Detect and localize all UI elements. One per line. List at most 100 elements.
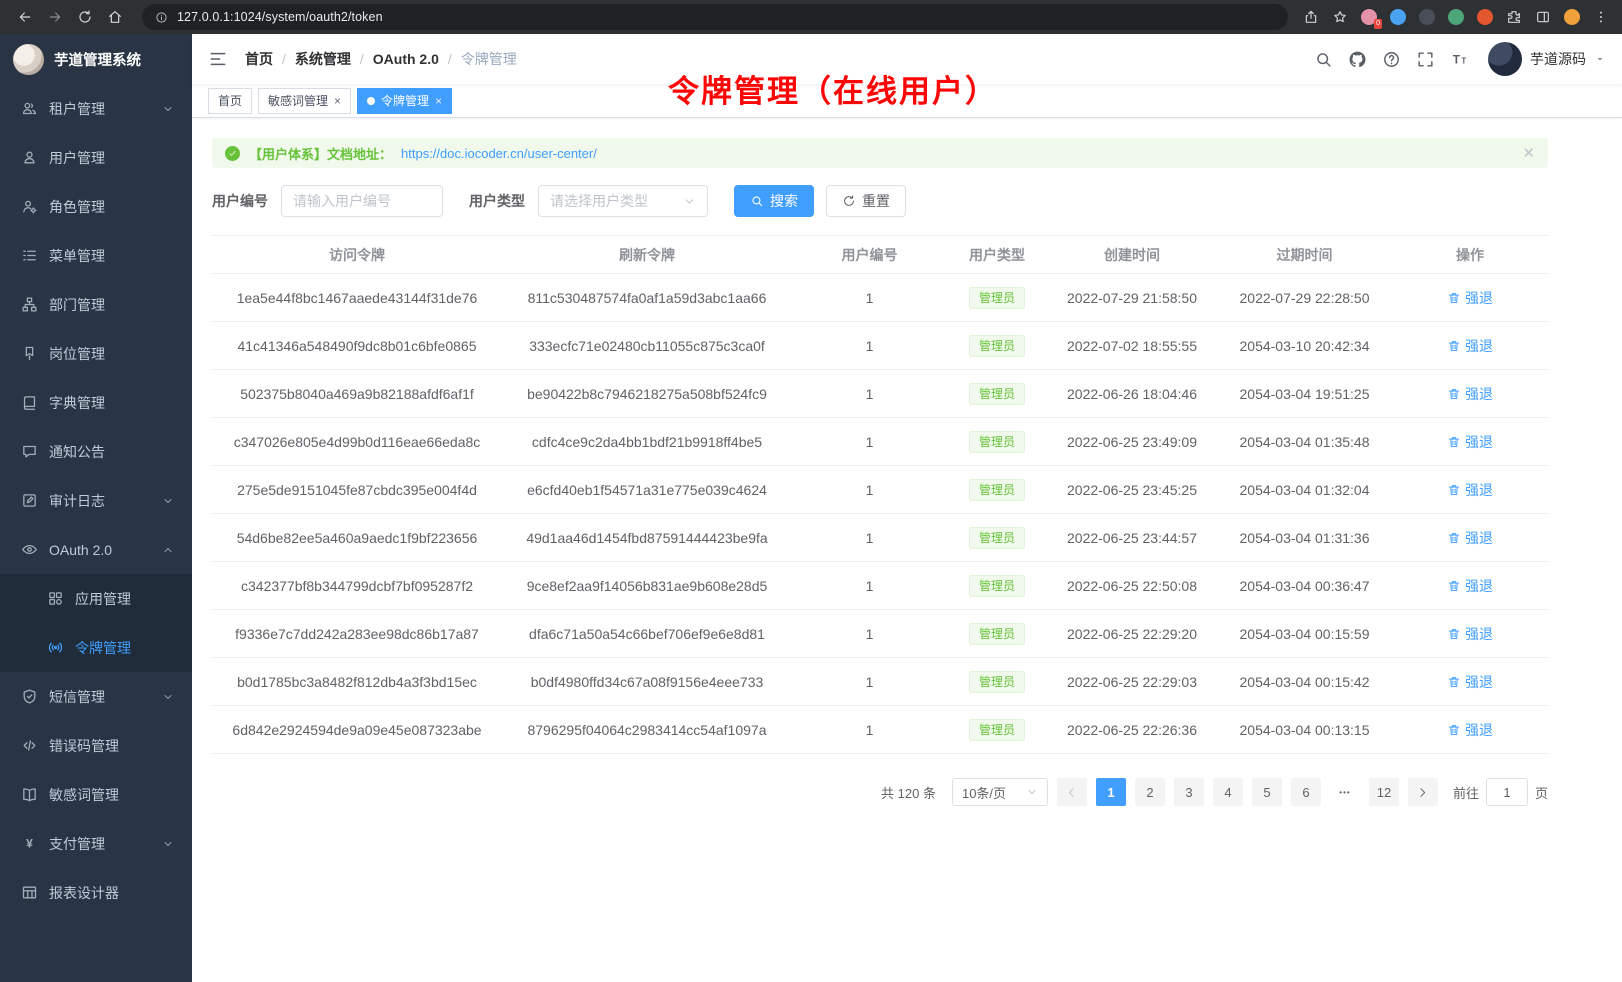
- alert-doc-link[interactable]: https://doc.iocoder.cn/user-center/: [401, 146, 597, 161]
- page-button-12[interactable]: 12: [1369, 778, 1399, 806]
- goto-page-input[interactable]: [1486, 778, 1528, 806]
- force-logout-button[interactable]: 强退: [1447, 480, 1493, 500]
- share-icon[interactable]: [1302, 8, 1320, 26]
- next-page-button[interactable]: [1408, 778, 1438, 806]
- chevron-down-icon: [1026, 786, 1038, 798]
- expire-time-cell: 2054-03-04 00:15:59: [1217, 610, 1392, 658]
- breadcrumb-item[interactable]: 首页: [245, 49, 273, 69]
- page-button-1[interactable]: 1: [1096, 778, 1126, 806]
- alert-close-icon[interactable]: ✕: [1522, 144, 1535, 162]
- sidebar-item-tenant[interactable]: 租户管理: [0, 84, 192, 133]
- page-button-6[interactable]: 6: [1291, 778, 1321, 806]
- split-view-icon[interactable]: [1534, 8, 1552, 26]
- bookmark-star-icon[interactable]: [1331, 8, 1349, 26]
- sidebar-item-oauth-app[interactable]: 应用管理: [0, 574, 192, 623]
- extension-pink-icon[interactable]: 0: [1360, 8, 1378, 26]
- action-cell: 强退: [1392, 370, 1548, 418]
- home-icon[interactable]: [102, 4, 128, 30]
- force-logout-button[interactable]: 强退: [1447, 672, 1493, 692]
- back-icon[interactable]: [12, 4, 38, 30]
- user-id-cell: 1: [792, 370, 947, 418]
- breadcrumb-item[interactable]: 系统管理: [295, 49, 351, 69]
- chevron-left-icon: [1065, 786, 1078, 799]
- sidebar-item-audit[interactable]: 审计日志: [0, 476, 192, 525]
- tab-首页[interactable]: 首页: [208, 88, 252, 114]
- forward-icon[interactable]: [42, 4, 68, 30]
- force-logout-button[interactable]: 强退: [1447, 384, 1493, 404]
- create-time-cell: 2022-06-25 22:29:20: [1047, 610, 1217, 658]
- fullscreen-icon[interactable]: [1416, 50, 1435, 69]
- force-logout-label: 强退: [1465, 720, 1493, 740]
- tab-令牌管理[interactable]: 令牌管理×: [357, 88, 452, 114]
- reset-button[interactable]: 重置: [826, 185, 906, 217]
- notice-chat-icon: [21, 443, 38, 460]
- github-icon[interactable]: [1348, 50, 1367, 69]
- extension-blue-icon[interactable]: [1389, 8, 1407, 26]
- search-button[interactable]: 搜索: [734, 185, 814, 217]
- force-logout-label: 强退: [1465, 528, 1493, 548]
- force-logout-button[interactable]: 强退: [1447, 336, 1493, 356]
- user-type-badge: 管理员: [969, 623, 1025, 645]
- address-bar[interactable]: 127.0.0.1:1024/system/oauth2/token: [142, 4, 1288, 30]
- user-id-input[interactable]: [281, 185, 443, 217]
- tab-close-icon[interactable]: ×: [435, 95, 442, 107]
- sidebar-item-user[interactable]: 用户管理: [0, 133, 192, 182]
- sidebar-item-dept[interactable]: 部门管理: [0, 280, 192, 329]
- force-logout-button[interactable]: 强退: [1447, 288, 1493, 308]
- question-icon[interactable]: [1382, 50, 1401, 69]
- sidebar-item-errcode[interactable]: 错误码管理: [0, 721, 192, 770]
- force-logout-button[interactable]: 强退: [1447, 576, 1493, 596]
- force-logout-button[interactable]: 强退: [1447, 528, 1493, 548]
- extension-green-icon[interactable]: [1447, 8, 1465, 26]
- extension-color-icon[interactable]: [1476, 8, 1494, 26]
- sidebar-item-pay[interactable]: ¥支付管理: [0, 819, 192, 868]
- force-logout-button[interactable]: 强退: [1447, 432, 1493, 452]
- page-button-2[interactable]: 2: [1135, 778, 1165, 806]
- user-type-badge: 管理员: [969, 671, 1025, 693]
- sidebar-item-label: 审计日志: [49, 491, 151, 511]
- sidebar-item-sms[interactable]: 短信管理: [0, 672, 192, 721]
- sidebar-item-menu[interactable]: 菜单管理: [0, 231, 192, 280]
- chevron-down-icon: [162, 495, 174, 507]
- force-logout-button[interactable]: 强退: [1447, 720, 1493, 740]
- profile-avatar-icon[interactable]: [1563, 8, 1581, 26]
- site-info-icon[interactable]: [155, 11, 168, 24]
- trash-icon: [1447, 579, 1461, 593]
- sidebar-item-label: 令牌管理: [75, 638, 174, 658]
- prev-page-button[interactable]: [1057, 778, 1087, 806]
- hamburger-icon[interactable]: [208, 49, 228, 69]
- page-button-5[interactable]: 5: [1252, 778, 1282, 806]
- page-button-4[interactable]: 4: [1213, 778, 1243, 806]
- sidebar-item-sensitive[interactable]: 敏感词管理: [0, 770, 192, 819]
- page-size-select[interactable]: 10条/页: [952, 778, 1048, 806]
- expire-time-cell: 2054-03-04 00:15:42: [1217, 658, 1392, 706]
- sidebar-item-oauth[interactable]: OAuth 2.0: [0, 525, 192, 574]
- tab-close-icon[interactable]: ×: [334, 95, 341, 107]
- browser-menu-icon[interactable]: [1592, 8, 1610, 26]
- sidebar-item-post[interactable]: 岗位管理: [0, 329, 192, 378]
- user-type-badge: 管理员: [969, 383, 1025, 405]
- user-type-cell: 管理员: [947, 514, 1047, 562]
- sidebar-item-notice[interactable]: 通知公告: [0, 427, 192, 476]
- sidebar-item-oauth-token[interactable]: 令牌管理: [0, 623, 192, 672]
- refresh-token-cell: e6cfd40eb1f54571a31e775e039c4624: [502, 466, 792, 514]
- url-text[interactable]: 127.0.0.1:1024/system/oauth2/token: [177, 10, 383, 24]
- fontsize-icon[interactable]: TT: [1450, 50, 1469, 69]
- search-icon[interactable]: [1314, 50, 1333, 69]
- sidebar-item-label: 角色管理: [49, 197, 174, 217]
- sidebar-item-role[interactable]: 角色管理: [0, 182, 192, 231]
- user-id-cell: 1: [792, 322, 947, 370]
- user-type-select[interactable]: 请选择用户类型: [538, 185, 708, 217]
- extension-dark-icon[interactable]: [1418, 8, 1436, 26]
- page-button-3[interactable]: 3: [1174, 778, 1204, 806]
- force-logout-button[interactable]: 强退: [1447, 624, 1493, 644]
- tab-敏感词管理[interactable]: 敏感词管理×: [258, 88, 351, 114]
- sidebar-item-report[interactable]: 报表设计器: [0, 868, 192, 917]
- extensions-puzzle-icon[interactable]: [1505, 8, 1523, 26]
- column-header: 用户编号: [792, 236, 947, 274]
- reload-icon[interactable]: [72, 4, 98, 30]
- table-row: c347026e805e4d99b0d116eae66eda8ccdfc4ce9…: [212, 418, 1548, 466]
- sidebar-item-dict[interactable]: 字典管理: [0, 378, 192, 427]
- user-menu[interactable]: 芋道源码: [1488, 42, 1606, 76]
- breadcrumb-item[interactable]: OAuth 2.0: [373, 51, 439, 67]
